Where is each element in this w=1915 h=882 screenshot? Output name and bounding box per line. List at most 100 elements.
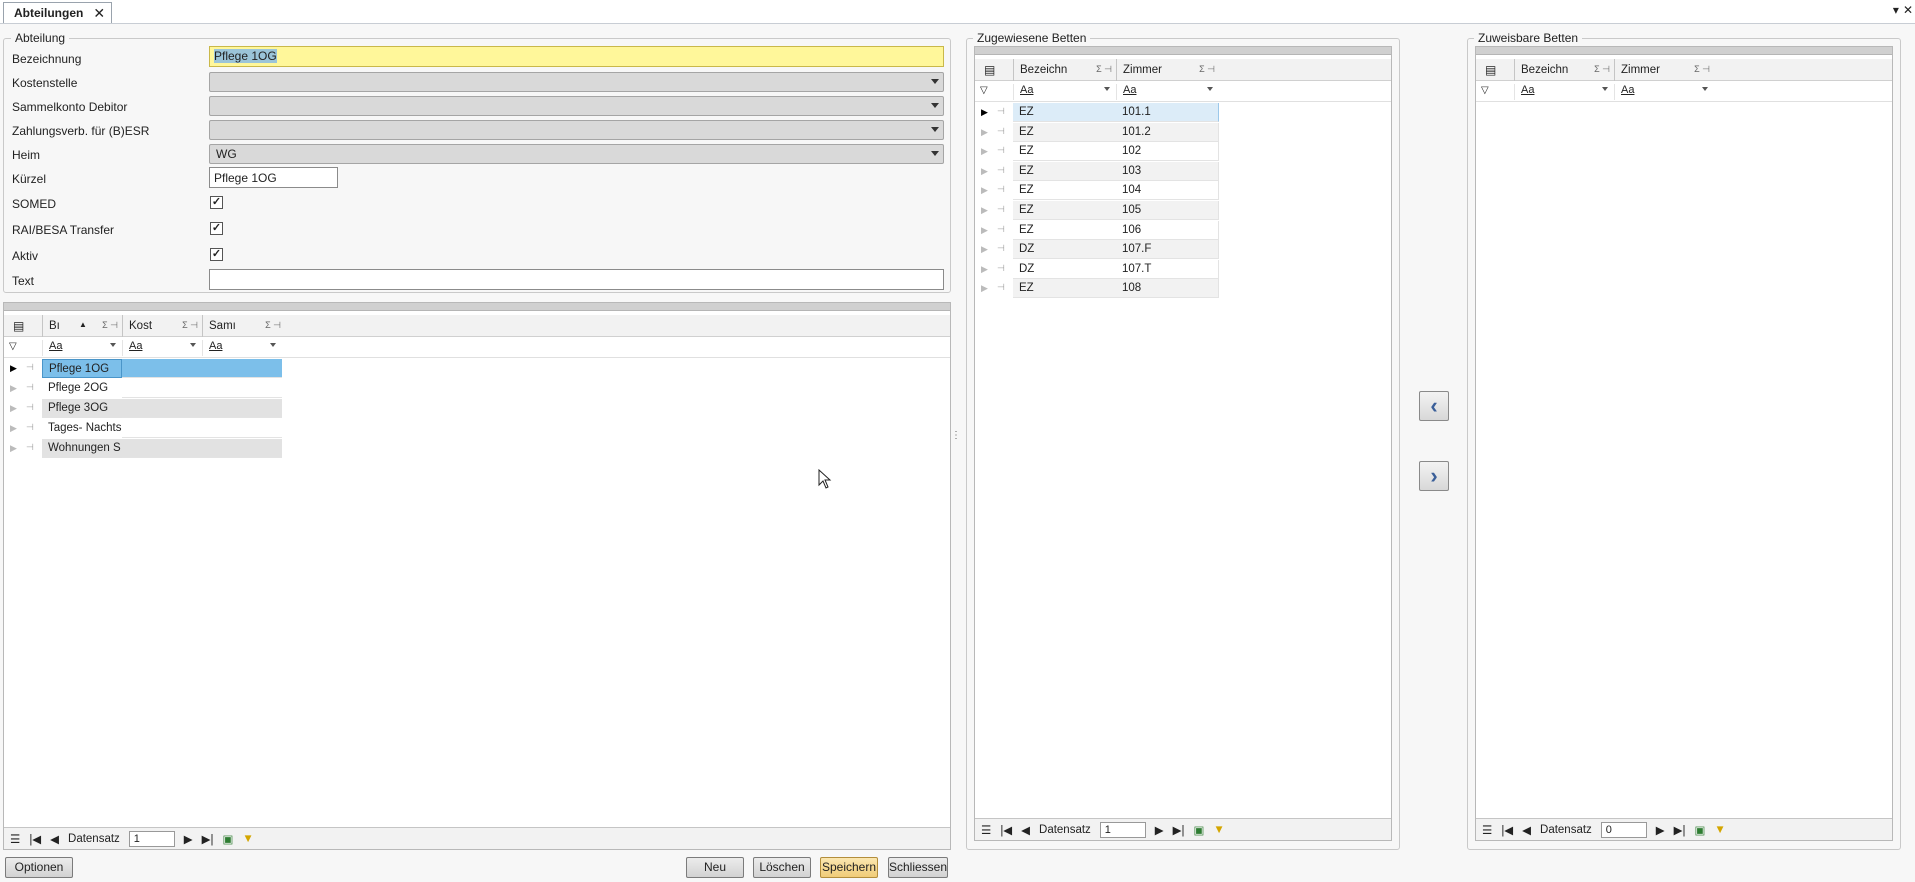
neu-button[interactable]: Neu: [686, 857, 744, 878]
next-record-icon[interactable]: ▶: [184, 832, 193, 846]
bezeichnung-input[interactable]: Pflege 1OG: [209, 46, 944, 67]
filter-cell-zimmer[interactable]: Aa: [1614, 84, 1714, 100]
filter-cell-kostenstelle[interactable]: Aa: [122, 340, 202, 356]
table-row[interactable]: ▶ ⊣ EZ 106: [975, 220, 1391, 240]
prev-record-icon[interactable]: ◀: [1522, 823, 1531, 837]
col-bezeichnung[interactable]: Bı ▲ Σ ⊣: [42, 315, 122, 337]
filter-cell-bezeichnung[interactable]: Aa: [42, 340, 122, 356]
filter-cell-sammelkonto[interactable]: Aa: [202, 340, 282, 356]
move-right-button[interactable]: ›: [1419, 461, 1449, 491]
zahlungsverb-select[interactable]: [209, 120, 944, 140]
pin-icon[interactable]: ⊣: [997, 282, 1005, 293]
col-sammelkonto-label: Samı: [209, 320, 236, 332]
kostenstelle-select[interactable]: [209, 72, 944, 92]
window-close-icon[interactable]: ✕: [1903, 3, 1913, 17]
pin-icon[interactable]: ⊣: [997, 243, 1005, 254]
table-row[interactable]: ▶ ⊣ EZ 102: [975, 142, 1391, 162]
table-row[interactable]: ▶ ⊣ Wohnungen S: [4, 439, 949, 458]
table-row[interactable]: ▶ ⊣ Tages- Nachts: [4, 419, 949, 438]
filter-icon[interactable]: ▽: [9, 341, 17, 352]
col-zimmer[interactable]: Zimmer Σ ⊣: [1614, 59, 1714, 81]
first-record-icon[interactable]: |◀: [29, 832, 41, 846]
pin-icon[interactable]: ⊣: [997, 263, 1005, 274]
list-icon[interactable]: ☰: [981, 823, 991, 837]
pin-icon[interactable]: ⊣: [26, 422, 34, 433]
column-chooser-icon[interactable]: ▤: [13, 319, 24, 333]
pin-icon[interactable]: ⊣: [26, 442, 34, 453]
table-row[interactable]: ▶ ⊣ Pflege 2OG: [4, 379, 949, 398]
col-bezeichnung[interactable]: Bezeichn Σ ⊣: [1514, 59, 1614, 81]
next-record-icon[interactable]: ▶: [1155, 823, 1164, 837]
pin-icon[interactable]: ⊣: [997, 224, 1005, 235]
list-icon[interactable]: ☰: [10, 832, 20, 846]
pin-icon[interactable]: ⊣: [26, 362, 34, 373]
tab-abteilungen[interactable]: Abteilungen ✕: [3, 2, 113, 23]
record-number-input[interactable]: 0: [1600, 821, 1647, 838]
filter-funnel-icon[interactable]: ▼: [242, 833, 253, 845]
pin-icon[interactable]: ⊣: [26, 382, 34, 393]
filter-cell-bezeichnung[interactable]: Aa: [1514, 84, 1614, 100]
zahlungsverb-label: Zahlungsverb. für (B)ESR: [12, 124, 150, 138]
table-row[interactable]: ▶ ⊣ DZ 107.T: [975, 259, 1391, 279]
table-row[interactable]: ▶ ⊣ EZ 105: [975, 201, 1391, 220]
filter-funnel-icon[interactable]: ▼: [1213, 824, 1224, 836]
list-icon[interactable]: ☰: [1482, 823, 1492, 837]
splitter-grip-icon[interactable]: ⋮: [951, 431, 961, 453]
last-record-icon[interactable]: ▶|: [202, 832, 214, 846]
aktiv-checkbox[interactable]: ✓: [210, 248, 223, 261]
pin-icon[interactable]: ⊣: [997, 106, 1005, 117]
pin-icon[interactable]: ⊣: [997, 204, 1005, 215]
close-icon[interactable]: ✕: [93, 5, 105, 22]
col-zimmer[interactable]: Zimmer Σ ⊣: [1116, 59, 1219, 81]
table-row[interactable]: ▶ ⊣ EZ 101.1: [975, 103, 1391, 122]
pin-icon[interactable]: ⊣: [997, 126, 1005, 137]
record-number-input[interactable]: 1: [128, 830, 175, 847]
move-left-button[interactable]: ‹: [1419, 391, 1449, 421]
excel-export-icon[interactable]: ▣: [223, 832, 234, 846]
record-number-input[interactable]: 1: [1099, 821, 1146, 838]
table-row[interactable]: ▶ ⊣ EZ 108: [975, 279, 1391, 299]
excel-export-icon[interactable]: ▣: [1695, 823, 1706, 837]
somed-checkbox[interactable]: ✓: [210, 196, 223, 209]
table-row[interactable]: ▶ ⊣ DZ 107.F: [975, 240, 1391, 260]
column-chooser-icon[interactable]: ▤: [1485, 63, 1496, 77]
table-row[interactable]: ▶ ⊣ EZ 103: [975, 161, 1391, 181]
excel-export-icon[interactable]: ▣: [1194, 823, 1205, 837]
last-record-icon[interactable]: ▶|: [1173, 823, 1185, 837]
prev-record-icon[interactable]: ◀: [50, 832, 59, 846]
pin-icon[interactable]: ⊣: [997, 165, 1005, 176]
schliessen-button[interactable]: Schliessen: [888, 857, 948, 878]
heim-select[interactable]: WG: [209, 144, 944, 164]
column-chooser-icon[interactable]: ▤: [984, 63, 995, 77]
optionen-button[interactable]: Optionen: [5, 857, 73, 878]
pin-icon[interactable]: ⊣: [26, 402, 34, 413]
table-row[interactable]: ▶ ⊣ Pflege 1OG: [4, 359, 949, 378]
sammelkonto-select[interactable]: [209, 96, 944, 116]
col-kostenstelle[interactable]: Kost Σ ⊣: [122, 315, 202, 337]
filter-icon[interactable]: ▽: [980, 85, 988, 96]
col-zimmer-label: Zimmer: [1123, 64, 1162, 76]
cell-zimmer: 104: [1116, 181, 1219, 201]
first-record-icon[interactable]: |◀: [1501, 823, 1513, 837]
pin-icon[interactable]: ⊣: [997, 145, 1005, 156]
table-row[interactable]: ▶ ⊣ Pflege 3OG: [4, 399, 949, 418]
table-row[interactable]: ▶ ⊣ EZ 104: [975, 181, 1391, 201]
pin-icon[interactable]: ⊣: [997, 184, 1005, 195]
speichern-button[interactable]: Speichern: [820, 857, 878, 878]
filter-funnel-icon[interactable]: ▼: [1714, 824, 1725, 836]
filter-cell-bezeichnung[interactable]: Aa: [1013, 84, 1116, 100]
rai-checkbox[interactable]: ✓: [210, 222, 223, 235]
text-input[interactable]: [209, 269, 944, 290]
next-record-icon[interactable]: ▶: [1656, 823, 1665, 837]
col-sammelkonto[interactable]: Samı Σ ⊣: [202, 315, 285, 337]
table-row[interactable]: ▶ ⊣ EZ 101.2: [975, 122, 1391, 142]
filter-cell-zimmer[interactable]: Aa: [1116, 84, 1219, 100]
kuerzel-input[interactable]: Pflege 1OG: [209, 167, 338, 188]
window-menu-icon[interactable]: ▾: [1893, 3, 1899, 17]
first-record-icon[interactable]: |◀: [1000, 823, 1012, 837]
loeschen-button[interactable]: Löschen: [753, 857, 811, 878]
prev-record-icon[interactable]: ◀: [1021, 823, 1030, 837]
filter-icon[interactable]: ▽: [1481, 85, 1489, 96]
col-bezeichnung[interactable]: Bezeichn Σ ⊣: [1013, 59, 1116, 81]
last-record-icon[interactable]: ▶|: [1674, 823, 1686, 837]
